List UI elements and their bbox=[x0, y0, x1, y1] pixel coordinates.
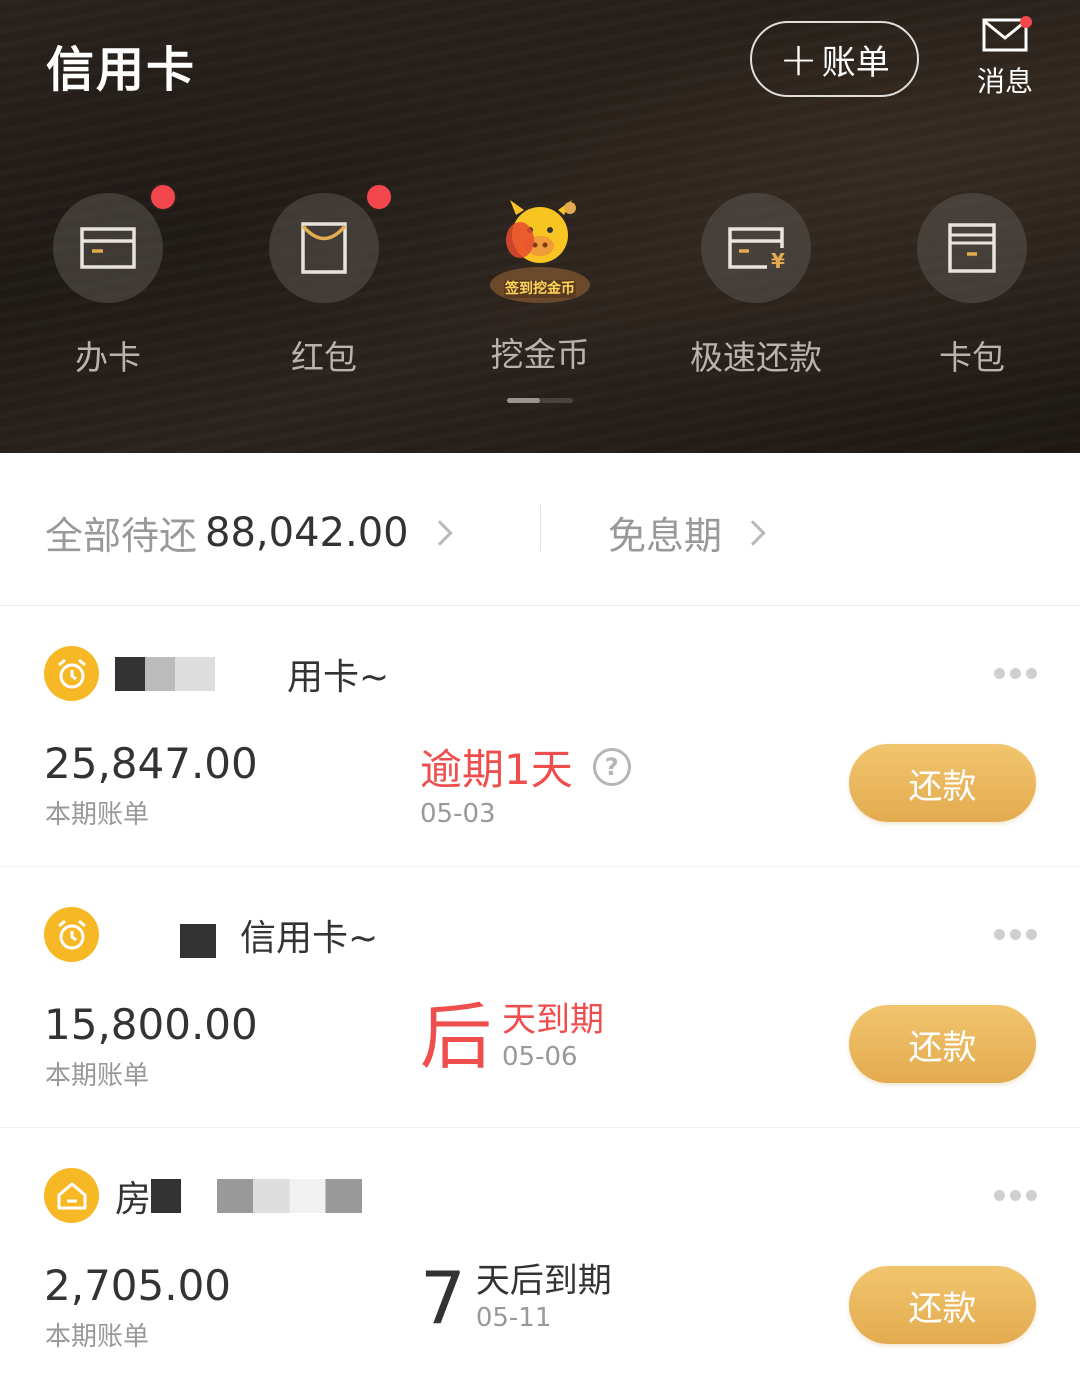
total-due-label: 全部待还 bbox=[45, 514, 198, 558]
due-status: 后 天到期 05-06 bbox=[420, 1000, 604, 1074]
messages-label: 消息 bbox=[976, 65, 1033, 98]
shortcut-label: 挖金币 bbox=[490, 335, 590, 374]
shortcut-label: 卡包 bbox=[939, 338, 1005, 377]
bill-card[interactable]: 信用卡~ 15,800.00 本期账单 后 天到期 05-06 还款 bbox=[0, 867, 1080, 1128]
card-wallet-icon bbox=[948, 223, 996, 273]
due-status: 逾期1天 ? 05-03 bbox=[420, 736, 631, 829]
shortcut-label: 红包 bbox=[291, 338, 357, 377]
due-text: 天后到期 bbox=[475, 1261, 612, 1301]
due-days: 7 bbox=[420, 1256, 466, 1340]
redacted-text bbox=[180, 924, 216, 958]
notification-dot bbox=[1020, 16, 1032, 28]
shortcut-red-envelope[interactable]: 红包 bbox=[216, 183, 432, 379]
repay-button[interactable]: 还款 bbox=[849, 744, 1036, 822]
due-days: 后 bbox=[420, 995, 493, 1079]
bill-amount: 25,847.00 bbox=[44, 739, 258, 788]
shortcut-card-wallet[interactable]: 卡包 bbox=[864, 190, 1080, 379]
chevron-right-icon bbox=[740, 519, 766, 546]
bill-amount-label: 本期账单 bbox=[45, 1061, 150, 1091]
shortcut-row: 办卡 红包 签到挖金币 挖金币 ¥ 极速还款 卡包 bbox=[0, 183, 1080, 380]
header: 信用卡 + 账单 消息 办卡 红包 签到挖金币 挖金币 ¥ 极速还款 卡包 bbox=[0, 0, 1080, 453]
redacted-text bbox=[115, 657, 215, 691]
add-bill-button[interactable]: + 账单 bbox=[750, 21, 919, 97]
bill-amount-label: 本期账单 bbox=[45, 800, 150, 830]
shortcut-quick-repay-circle: ¥ bbox=[701, 193, 811, 303]
card-icon bbox=[80, 227, 136, 269]
card-name-text: 房 bbox=[115, 1179, 152, 1220]
shortcut-apply-card-circle bbox=[53, 183, 177, 303]
due-date: 05-11 bbox=[475, 1303, 552, 1333]
card-name-text: 用卡~ bbox=[287, 657, 390, 698]
shortcut-pager bbox=[507, 398, 573, 403]
repay-button[interactable]: 还款 bbox=[849, 1005, 1036, 1083]
quick-repay-icon: ¥ bbox=[728, 227, 785, 270]
shortcut-quick-repay[interactable]: ¥ 极速还款 bbox=[648, 190, 864, 379]
total-due-amount: 88,042.00 bbox=[205, 509, 409, 556]
bill-card[interactable]: 用卡~ 25,847.00 本期账单 逾期1天 ? 05-03 还款 bbox=[0, 606, 1080, 867]
more-icon[interactable] bbox=[994, 1190, 1037, 1201]
shortcut-label: 办卡 bbox=[75, 338, 141, 377]
bill-amount-label: 本期账单 bbox=[45, 1322, 150, 1352]
bill-amount: 2,705.00 bbox=[44, 1261, 232, 1310]
total-due-link[interactable]: 全部待还 88,042.00 bbox=[45, 505, 453, 560]
chevron-right-icon bbox=[426, 519, 453, 546]
shortcut-dig-coins[interactable]: 签到挖金币 挖金币 bbox=[432, 190, 648, 376]
bill-amount: 15,800.00 bbox=[44, 1000, 258, 1049]
alarm-icon bbox=[44, 646, 99, 701]
card-name: 信用卡~ bbox=[115, 907, 378, 963]
card-name: 房 bbox=[115, 1168, 363, 1224]
due-date: 05-03 bbox=[420, 799, 496, 829]
due-status: 7 天后到期 05-11 bbox=[420, 1261, 612, 1335]
shortcut-badge bbox=[149, 183, 177, 211]
add-bill-label: 账单 bbox=[821, 42, 890, 83]
bill-card[interactable]: 房 2,705.00 本期账单 7 天后到期 05-11 还款 bbox=[0, 1128, 1080, 1388]
more-icon[interactable] bbox=[994, 929, 1037, 940]
pager-active bbox=[507, 398, 540, 403]
messages-button[interactable]: 消息 bbox=[968, 16, 1042, 106]
plus-icon: + bbox=[779, 32, 818, 86]
red-envelope-icon bbox=[301, 222, 347, 274]
mascot-banner: 签到挖金币 bbox=[505, 281, 575, 297]
due-date: 05-06 bbox=[502, 1042, 578, 1072]
svg-text:¥: ¥ bbox=[771, 249, 785, 270]
repay-button[interactable]: 还款 bbox=[849, 1266, 1036, 1344]
house-icon bbox=[44, 1168, 99, 1223]
shortcut-label: 极速还款 bbox=[690, 338, 822, 377]
shortcut-apply-card[interactable]: 办卡 bbox=[0, 183, 216, 379]
due-text: 天到期 bbox=[502, 1000, 605, 1040]
shortcut-red-envelope-circle bbox=[269, 183, 393, 303]
alarm-icon bbox=[44, 907, 99, 962]
shortcut-card-wallet-circle bbox=[917, 193, 1027, 303]
redacted-text bbox=[151, 1179, 182, 1213]
page-title: 信用卡 bbox=[46, 42, 197, 98]
more-icon[interactable] bbox=[994, 668, 1037, 679]
overdue-text: 逾期1天 bbox=[420, 745, 573, 794]
summary-bar: 全部待还 88,042.00 免息期 bbox=[0, 453, 1080, 606]
redacted-text bbox=[217, 1179, 363, 1213]
card-name: 用卡~ bbox=[115, 646, 389, 702]
help-icon[interactable]: ? bbox=[592, 747, 631, 786]
grace-period-label: 免息期 bbox=[608, 514, 723, 558]
shortcut-badge bbox=[365, 183, 393, 211]
mascot-icon: 签到挖金币 bbox=[480, 190, 600, 306]
divider bbox=[540, 505, 541, 551]
card-name-text: 信用卡~ bbox=[240, 918, 379, 959]
grace-period-link[interactable]: 免息期 bbox=[608, 505, 766, 560]
